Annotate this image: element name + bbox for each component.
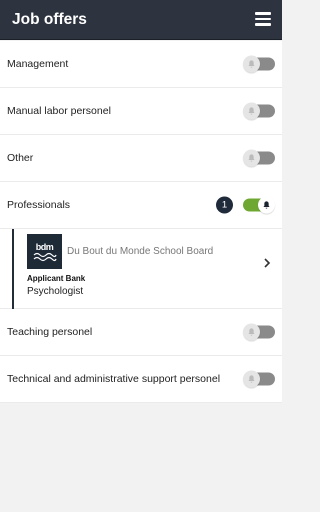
page-title: Job offers	[12, 11, 87, 28]
job-count-badge: 1	[216, 196, 233, 214]
notification-toggle[interactable]	[243, 196, 275, 214]
organization-logo: bdm	[27, 234, 62, 269]
hamburger-menu-icon[interactable]	[255, 12, 271, 26]
category-row-management: Management	[0, 41, 282, 88]
category-label: Professionals	[7, 199, 71, 211]
notification-toggle[interactable]	[243, 370, 275, 388]
category-label: Technical and administrative support per…	[7, 373, 221, 385]
notification-toggle[interactable]	[243, 102, 275, 120]
bell-icon	[248, 107, 255, 115]
category-label: Other	[7, 152, 34, 164]
notification-toggle[interactable]	[243, 55, 275, 73]
app-header: Job offers	[0, 0, 282, 40]
wave-logo-icon	[33, 252, 57, 261]
category-row-technical-support: Technical and administrative support per…	[0, 356, 282, 403]
category-label: Management	[7, 58, 69, 70]
bell-icon	[248, 375, 255, 383]
bell-icon	[248, 328, 255, 336]
job-category-list: Management Manual labor personel Other P…	[0, 41, 282, 403]
organization-name: Du Bout du Monde School Board	[67, 246, 214, 257]
category-row-manual-labor: Manual labor personel	[0, 88, 282, 135]
notification-toggle[interactable]	[243, 149, 275, 167]
bell-icon	[248, 154, 255, 162]
bell-icon	[248, 60, 255, 68]
job-category: Applicant Bank	[27, 274, 86, 283]
job-position: Psychologist	[27, 286, 84, 297]
notification-toggle[interactable]	[243, 323, 275, 341]
category-label: Teaching personel	[7, 326, 93, 338]
category-row-other: Other	[0, 135, 282, 182]
category-label: Manual labor personel	[7, 105, 111, 117]
chevron-right-icon[interactable]	[263, 257, 271, 269]
category-row-professionals: Professionals 1	[0, 182, 282, 229]
card-accent-bar	[12, 229, 14, 309]
bell-icon	[263, 201, 270, 209]
job-offer-card[interactable]: bdm Du Bout du Monde School Board Applic…	[0, 229, 282, 309]
category-row-teaching: Teaching personel	[0, 309, 282, 356]
